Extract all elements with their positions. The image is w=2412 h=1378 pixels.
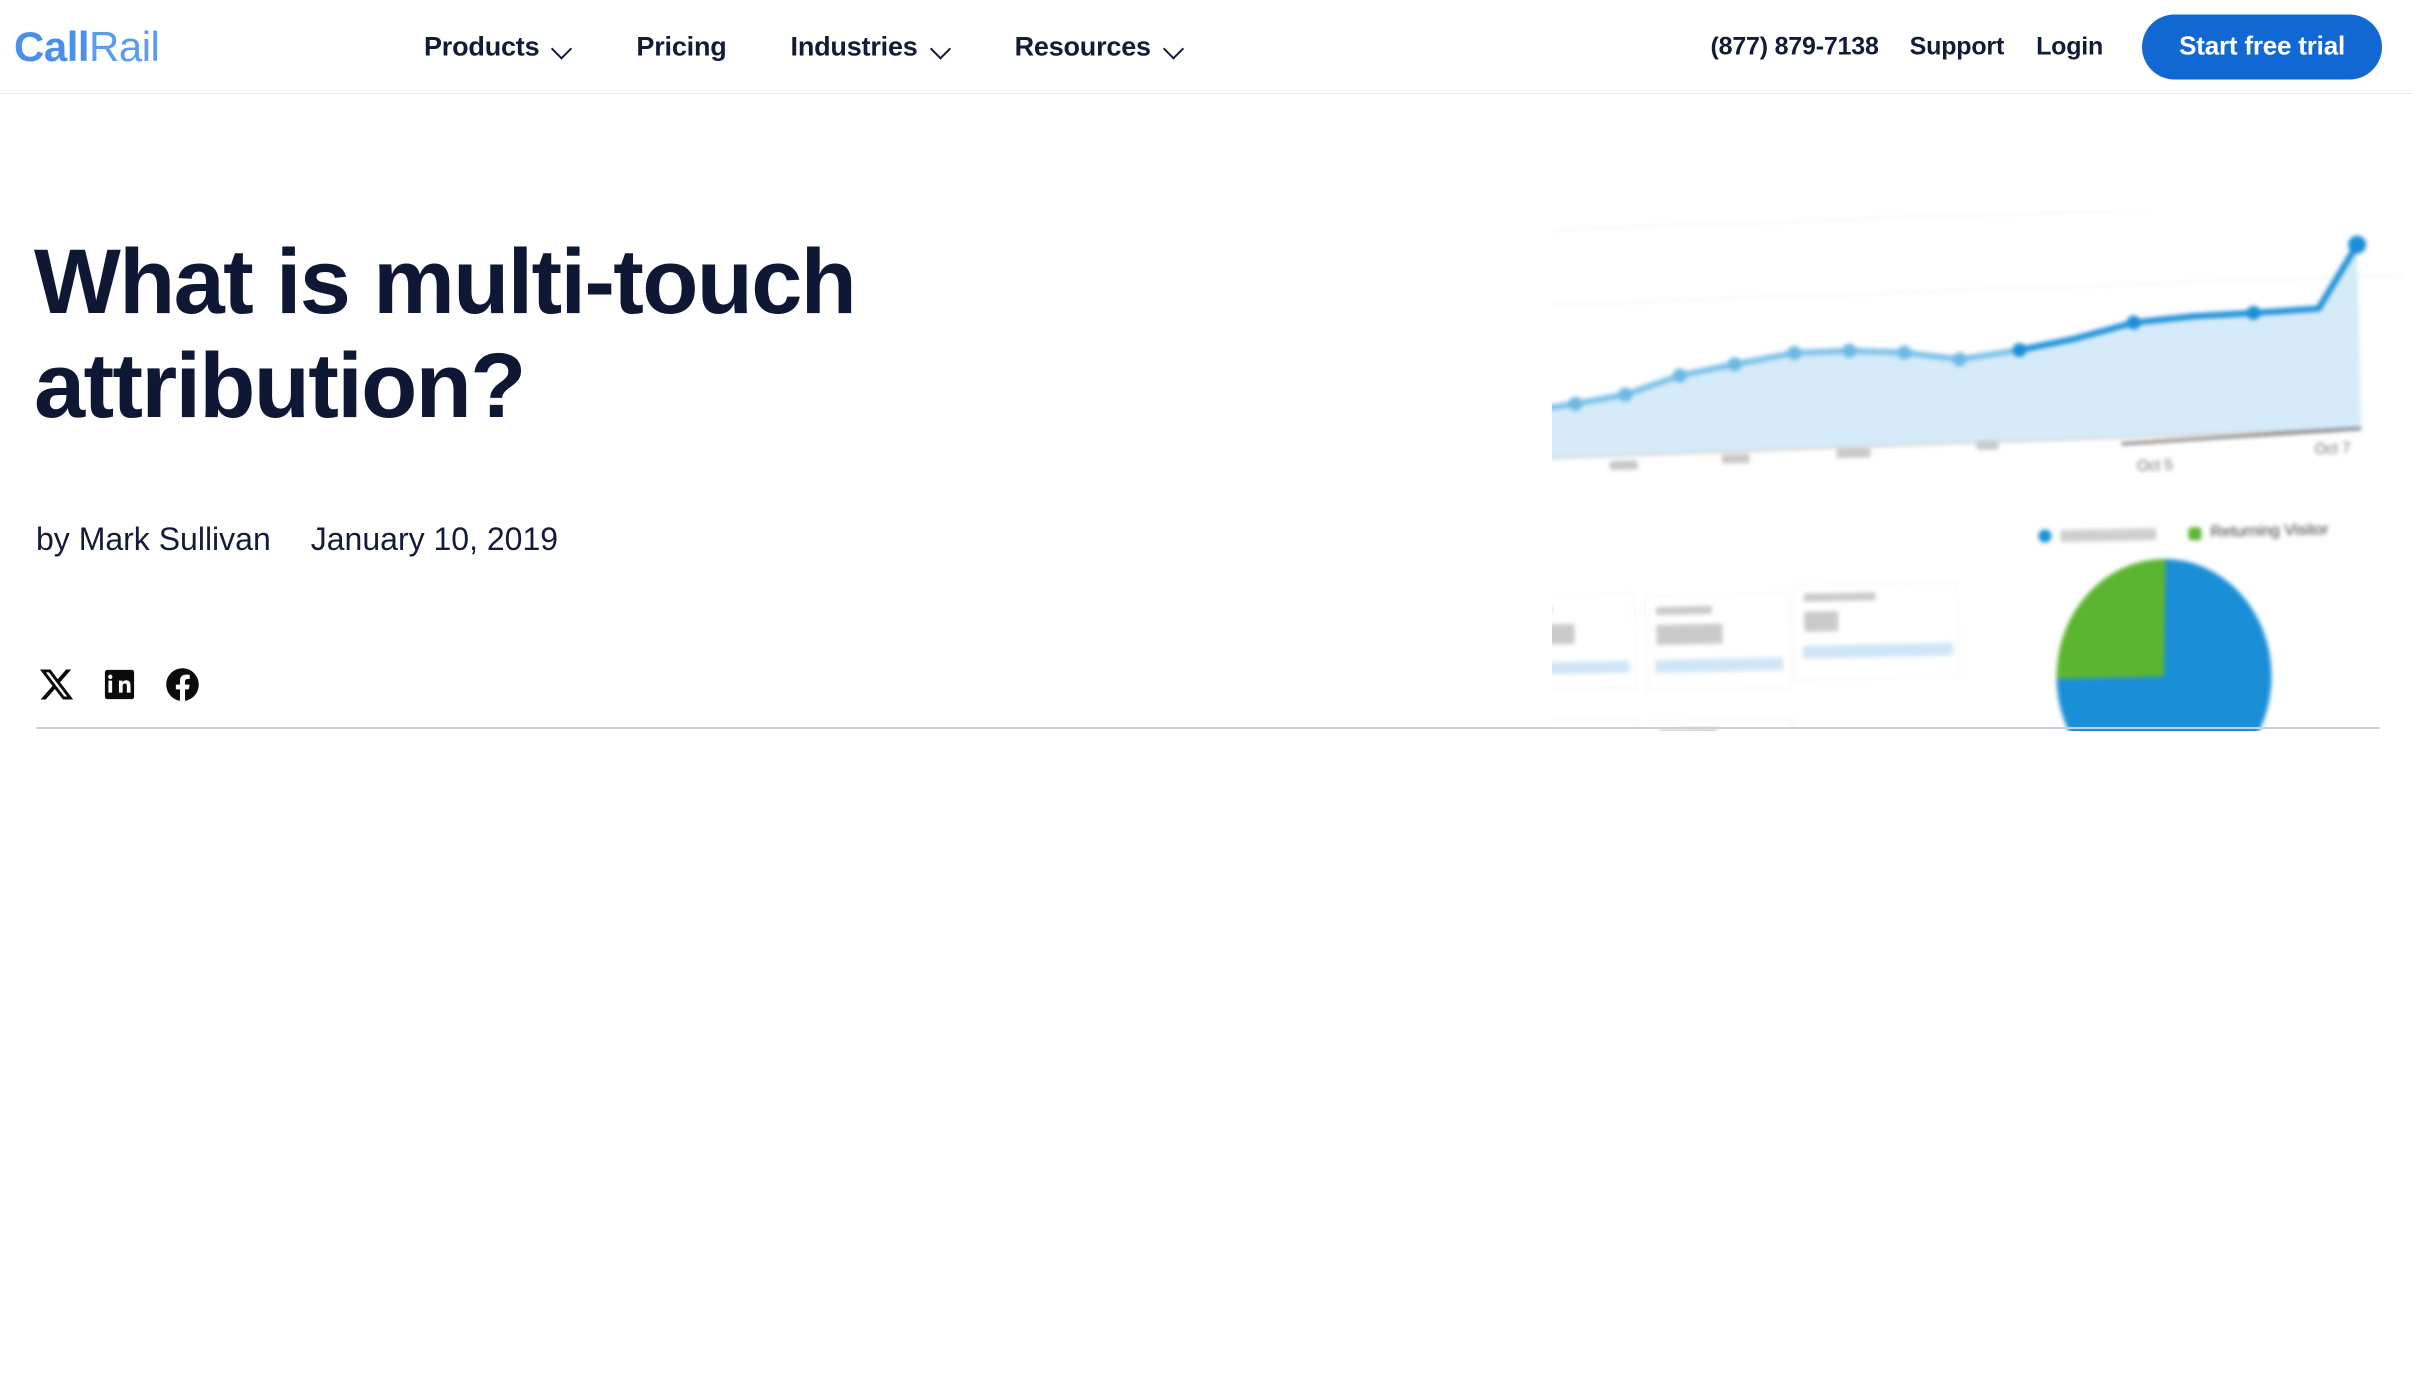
chevron-down-icon [931,41,951,52]
chart-tick-label-oct5: Oct 5 [2136,456,2174,475]
metric-card [1552,718,1640,731]
chart-tick-label-oct7: Oct 7 [2314,439,2351,458]
chevron-down-icon [1164,41,1184,52]
nav-item-pricing[interactable]: Pricing [636,31,726,62]
blurred-text [1658,728,1717,731]
hero-line-chart [1552,211,2402,470]
logo-text-call: Call [14,22,90,70]
start-free-trial-button[interactable]: Start free trial [2142,14,2382,79]
metric-card [1647,718,1795,731]
main-navigation: Products Pricing Industries Resources [424,31,1184,62]
metric-card [1644,593,1792,692]
login-link[interactable]: Login [2036,32,2103,61]
x-twitter-icon[interactable] [36,664,77,705]
page-title: What is multi-touch attribution? [34,231,857,437]
author-name: by Mark Sullivan [36,521,271,557]
metric-card [1792,581,1960,681]
hero-figure-content: Oct 5 Oct 7 New Visitor Returning Visito… [1552,211,2402,731]
nav-label-resources: Resources [1014,31,1151,61]
legend-label-returning-visitor: Returning Visitor [2210,521,2329,541]
legend-label-new-visitor: New Visitor [2060,527,2157,542]
blurred-text [1552,623,1575,645]
sparkline [1552,660,1630,675]
blurred-text [1804,611,1839,632]
publish-date: January 10, 2019 [310,521,559,557]
linkedin-icon[interactable] [99,664,140,705]
nav-item-industries[interactable]: Industries [791,31,951,62]
phone-number-link[interactable]: (877) 879-7138 [1711,32,1879,61]
blurred-text [1656,623,1723,646]
site-header: CallRail Products Pricing Industries Res… [0,0,2412,94]
byline: by Mark Sullivan January 10, 2019 [36,521,558,558]
chevron-down-icon [552,41,572,52]
legend-swatch-returning-visitor [2188,526,2202,540]
header-actions: (877) 879-7138 Support Login Start free … [1711,14,2382,79]
sparkline [1655,657,1784,674]
callrail-logo[interactable]: CallRail [14,22,160,70]
chart-legend-new-visitor: New Visitor [2038,527,2157,543]
blurred-text [1655,605,1713,616]
sparkline [1802,642,1954,659]
section-divider [36,727,2380,729]
metric-card [1552,593,1637,692]
hero-pie-chart [2054,557,2274,731]
legend-swatch-new-visitor [2038,529,2052,543]
blurred-text [1803,592,1876,602]
hero-analytics-image: Oct 5 Oct 7 New Visitor Returning Visito… [1552,211,2402,731]
social-share-row [36,664,203,705]
hero-section: What is multi-touch attribution? by Mark… [0,94,2412,731]
chart-legend-returning-visitor: Returning Visitor [2188,521,2329,542]
nav-label-industries: Industries [790,31,918,61]
logo-text-rail: Rail [89,22,160,70]
nav-item-resources[interactable]: Resources [1015,31,1184,62]
facebook-icon[interactable] [162,664,203,705]
nav-label-products: Products [424,31,540,61]
nav-label-pricing: Pricing [636,31,727,61]
support-link[interactable]: Support [1910,32,2005,61]
nav-item-products[interactable]: Products [424,31,572,62]
